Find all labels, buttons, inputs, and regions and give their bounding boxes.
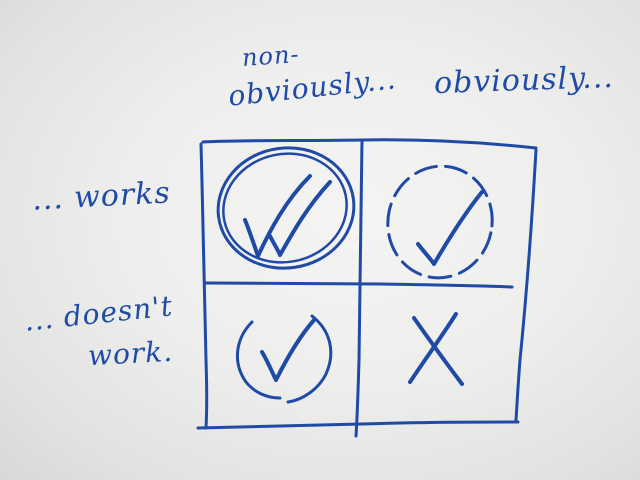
whiteboard: non- obviously... obviously... ... works…: [0, 0, 640, 480]
check-mark-icon: [260, 318, 316, 382]
grid-drawing: [196, 138, 538, 438]
right-parenthesis-icon: [286, 314, 333, 404]
cell-works-non-obviously: [216, 146, 356, 270]
grid-left-line: [199, 142, 209, 430]
grid-right-line: [514, 148, 538, 422]
check-mark-icon: [416, 190, 484, 266]
dashed-circle-icon: [386, 164, 494, 280]
check-mark-1-icon: [243, 174, 312, 258]
grid-frame: [196, 138, 538, 438]
cell-works-obviously: [386, 164, 494, 280]
cell-doesnt-work-obviously: [408, 312, 464, 386]
cross-stroke-1-icon: [412, 316, 464, 386]
cell-doesnt-work-non-obviously: [235, 314, 333, 404]
left-parenthesis-icon: [235, 320, 282, 400]
grid-top-line: [201, 138, 538, 150]
grid-vertical-divider: [354, 138, 364, 438]
